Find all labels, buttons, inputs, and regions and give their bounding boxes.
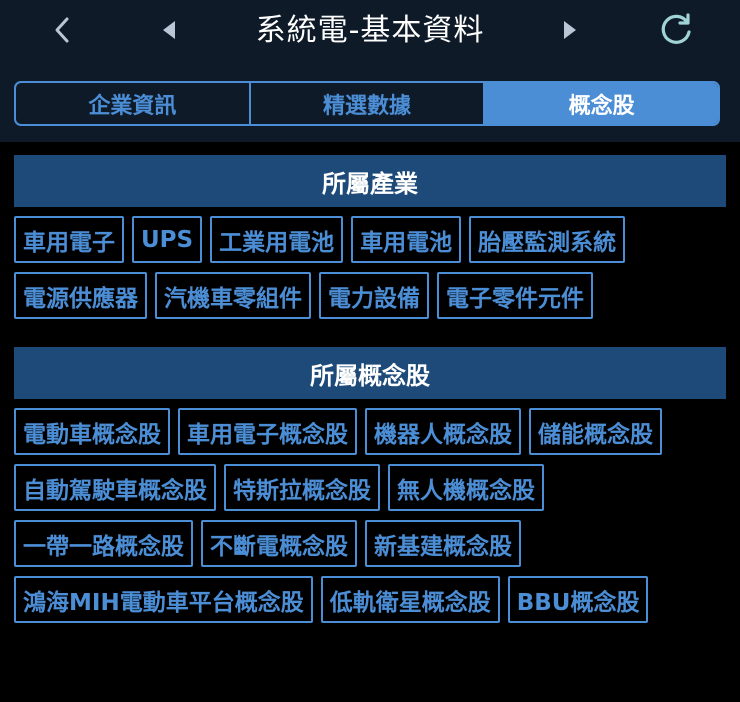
- industry-tag[interactable]: 汽機車零組件: [155, 272, 311, 319]
- app-header: 系統電-基本資料: [0, 0, 740, 68]
- tab-company-info[interactable]: 企業資訊: [16, 83, 249, 124]
- concept-section-header: 所屬概念股: [14, 347, 726, 399]
- concept-tag[interactable]: 不斷電概念股: [201, 520, 357, 567]
- chevron-left-icon: [55, 17, 69, 43]
- concept-tag[interactable]: 車用電子概念股: [178, 408, 357, 455]
- industry-tag-list: 車用電子 UPS 工業用電池 車用電池 胎壓監測系統電源供應器 汽機車零組件 電力設備 電子零…: [14, 207, 726, 319]
- triangle-right-icon: [564, 21, 576, 39]
- industry-tag[interactable]: 電子零件元件: [437, 272, 593, 319]
- triangle-left-icon: [163, 21, 175, 39]
- tab-bar-container: 企業資訊 精選數據 概念股: [0, 68, 740, 142]
- industry-section-header: 所屬產業: [14, 155, 726, 207]
- next-stock-button[interactable]: [556, 14, 584, 46]
- concept-tag-list: 電動車概念股 車用電子概念股 機器人概念股 儲能概念股自動駕駛車概念股 特斯拉概念股 無人…: [14, 399, 726, 623]
- concept-tag[interactable]: 特斯拉概念股: [224, 464, 380, 511]
- industry-tag[interactable]: 車用電池: [351, 216, 462, 263]
- concept-tag[interactable]: 儲能概念股: [529, 408, 662, 455]
- tab-concept-stocks[interactable]: 概念股: [483, 83, 718, 124]
- refresh-button[interactable]: [655, 10, 697, 50]
- page-title: 系統電-基本資料: [255, 13, 485, 48]
- industry-tag[interactable]: UPS: [132, 216, 203, 263]
- industry-tag[interactable]: 電力設備: [319, 272, 429, 319]
- concept-tag[interactable]: 一帶一路概念股: [14, 520, 193, 567]
- previous-stock-button[interactable]: [155, 14, 183, 46]
- concept-tag[interactable]: 自動駕駛車概念股: [14, 464, 216, 511]
- concept-tag[interactable]: 鴻海MIH電動車平台概念股: [14, 576, 313, 623]
- concept-tag[interactable]: BBU概念股: [507, 576, 649, 623]
- concept-tag[interactable]: 電動車概念股: [14, 408, 170, 455]
- industry-tag[interactable]: 車用電子: [14, 216, 124, 263]
- concept-tag[interactable]: 無人機概念股: [388, 464, 544, 511]
- back-button[interactable]: [48, 12, 76, 48]
- concept-tag[interactable]: 新基建概念股: [365, 520, 521, 567]
- refresh-icon: [661, 13, 691, 44]
- content-area: 所屬產業 車用電子 UPS 工業用電池 車用電池 胎壓監測系統電源供應器 汽機車零組件 電力…: [0, 142, 740, 623]
- industry-tag[interactable]: 工業用電池: [210, 216, 344, 263]
- industry-tag[interactable]: 電源供應器: [14, 272, 147, 319]
- concept-tag[interactable]: 低軌衛星概念股: [320, 576, 500, 623]
- tab-bar: 企業資訊 精選數據 概念股: [14, 81, 720, 126]
- industry-tag[interactable]: 胎壓監測系統: [469, 216, 626, 263]
- concept-tag[interactable]: 機器人概念股: [365, 408, 521, 455]
- tab-featured-data[interactable]: 精選數據: [248, 83, 484, 124]
